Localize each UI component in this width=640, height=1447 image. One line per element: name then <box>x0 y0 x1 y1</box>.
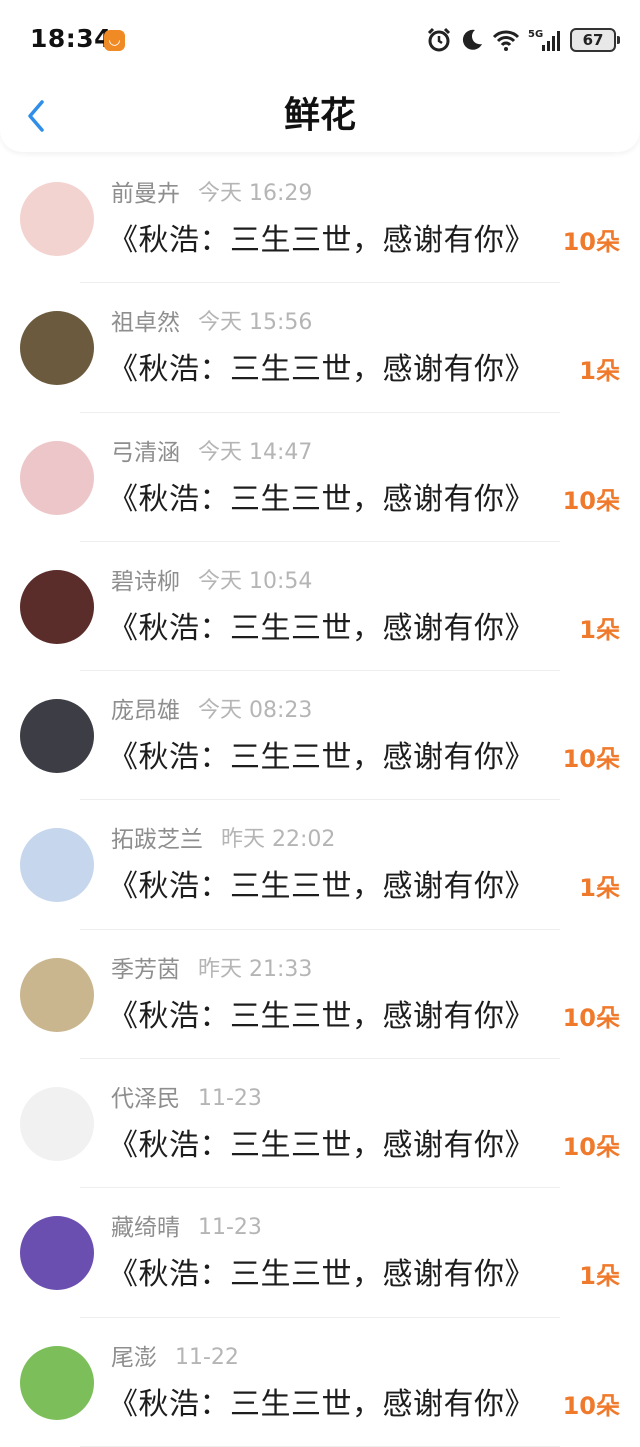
flower-count: 1朵 <box>579 874 620 903</box>
signal-5g-icon: 5G <box>528 29 560 51</box>
avatar[interactable] <box>20 957 94 1032</box>
timestamp: 11-22 <box>175 1344 239 1370</box>
gift-title: 《秋浩：三生三世，感谢有你》 <box>108 998 535 1034</box>
battery-icon: 67 <box>570 28 620 52</box>
timestamp: 今天 16:29 <box>198 181 313 206</box>
flower-count: 10朵 <box>562 1003 620 1032</box>
timestamp: 今天 14:47 <box>198 439 313 465</box>
avatar[interactable] <box>20 311 94 386</box>
status-time: 18:34 <box>30 24 113 53</box>
list-item[interactable]: 庞昂雄 今天 08:23 《秋浩：三生三世，感谢有你》 10朵 <box>0 671 640 801</box>
list-item[interactable]: 弓清涵 今天 14:47 《秋浩：三生三世，感谢有你》 10朵 <box>0 413 640 542</box>
avatar[interactable] <box>20 569 94 644</box>
app-notification-icon: ◡ <box>104 30 125 51</box>
flower-count: 1朵 <box>579 615 620 644</box>
avatar[interactable] <box>20 1216 94 1291</box>
gift-title: 《秋浩：三生三世，感谢有你》 <box>108 223 535 258</box>
sender-name: 拓跋芝兰 <box>111 827 203 854</box>
timestamp: 11-23 <box>198 1215 262 1241</box>
svg-text:5G: 5G <box>528 29 543 40</box>
timestamp: 昨天 22:02 <box>221 827 336 853</box>
flower-count: 10朵 <box>562 486 620 515</box>
list-item[interactable]: 季芳茵 昨天 21:33 《秋浩：三生三世，感谢有你》 10朵 <box>0 930 640 1060</box>
timestamp: 今天 10:54 <box>198 568 313 594</box>
timestamp: 11-23 <box>198 1086 262 1112</box>
sender-name: 碧诗柳 <box>111 568 180 595</box>
sender-name: 庞昂雄 <box>111 698 180 725</box>
avatar[interactable] <box>20 699 94 774</box>
nav-bar: 鲜花 <box>0 80 640 152</box>
flower-count: 10朵 <box>562 1391 620 1420</box>
flower-record-list: 前曼卉 今天 16:29 《秋浩：三生三世，感谢有你》 10朵 祖卓然 今天 15:56 《… <box>0 154 640 1447</box>
moon-icon <box>462 29 482 50</box>
sender-name: 前曼卉 <box>111 181 180 207</box>
list-item[interactable]: 前曼卉 今天 16:29 《秋浩：三生三世，感谢有你》 10朵 <box>0 154 640 284</box>
gift-title: 《秋浩：三生三世，感谢有你》 <box>108 352 535 388</box>
list-item[interactable]: 代泽民 11-23 《秋浩：三生三世，感谢有你》 10朵 <box>0 1059 640 1189</box>
gift-title: 《秋浩：三生三世，感谢有你》 <box>108 610 535 646</box>
avatar[interactable] <box>20 1345 94 1420</box>
list-item[interactable]: 拓跋芝兰 昨天 22:02 《秋浩：三生三世，感谢有你》 1朵 <box>0 800 640 930</box>
sender-name: 代泽民 <box>111 1086 180 1113</box>
gift-title: 《秋浩：三生三世，感谢有你》 <box>108 869 535 905</box>
avatar[interactable] <box>20 828 94 903</box>
sender-name: 尾澎 <box>111 1344 157 1371</box>
flower-count: 10朵 <box>562 745 620 774</box>
timestamp: 昨天 21:33 <box>198 956 313 982</box>
header: 18:34 ◡ 5G 67 鲜花 <box>0 0 640 152</box>
page-title: 鲜花 <box>283 95 356 136</box>
avatar[interactable] <box>20 182 94 256</box>
flower-count: 1朵 <box>579 1262 620 1291</box>
gift-title: 《秋浩：三生三世，感谢有你》 <box>108 481 535 517</box>
timestamp: 今天 15:56 <box>198 310 313 336</box>
flower-count: 1朵 <box>579 357 620 386</box>
sender-name: 季芳茵 <box>111 956 180 983</box>
gift-title: 《秋浩：三生三世，感谢有你》 <box>108 740 535 776</box>
list-item[interactable]: 藏绮晴 11-23 《秋浩：三生三世，感谢有你》 1朵 <box>0 1188 640 1318</box>
status-bar: 18:34 ◡ 5G 67 <box>0 0 640 80</box>
sender-name: 藏绮晴 <box>111 1215 180 1242</box>
list-item[interactable]: 尾澎 11-22 《秋浩：三生三世，感谢有你》 10朵 <box>0 1318 640 1447</box>
gift-title: 《秋浩：三生三世，感谢有你》 <box>108 1128 535 1164</box>
sender-name: 祖卓然 <box>111 310 180 337</box>
avatar[interactable] <box>20 440 94 515</box>
sender-name: 弓清涵 <box>111 439 180 466</box>
avatar[interactable] <box>20 1087 94 1162</box>
timestamp: 今天 08:23 <box>198 698 313 724</box>
gift-title: 《秋浩：三生三世，感谢有你》 <box>108 1386 535 1422</box>
flower-count: 10朵 <box>562 1133 620 1162</box>
gift-title: 《秋浩：三生三世，感谢有你》 <box>108 1257 535 1293</box>
alarm-icon <box>427 27 451 52</box>
flower-count: 10朵 <box>562 228 620 256</box>
status-icons: 5G 67 <box>426 26 620 54</box>
wifi-icon <box>492 30 520 51</box>
list-item[interactable]: 碧诗柳 今天 10:54 《秋浩：三生三世，感谢有你》 1朵 <box>0 542 640 672</box>
list-item[interactable]: 祖卓然 今天 15:56 《秋浩：三生三世，感谢有你》 1朵 <box>0 283 640 413</box>
